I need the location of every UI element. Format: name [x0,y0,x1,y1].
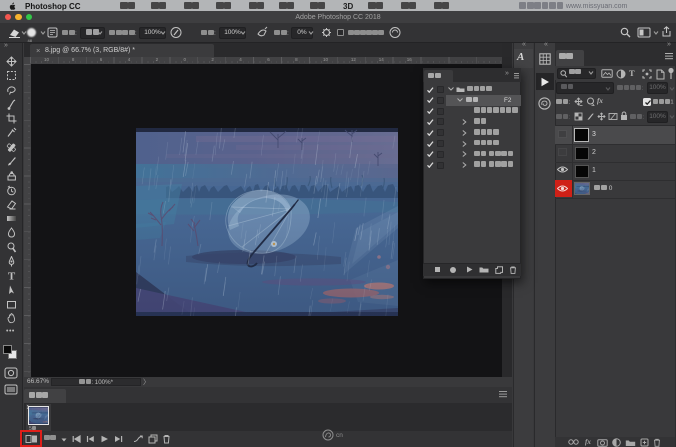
svg-text:T: T [7,270,15,281]
